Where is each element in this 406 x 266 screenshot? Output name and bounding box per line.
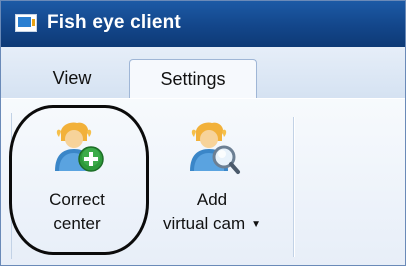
tab-view[interactable]: View — [21, 59, 123, 99]
add-virtual-cam-label-line2: virtual cam ▼ — [137, 213, 287, 236]
ribbon-edge — [11, 113, 12, 259]
dropdown-arrow-icon[interactable]: ▼ — [251, 214, 261, 236]
ribbon-group-separator — [293, 117, 294, 257]
add-virtual-cam-button[interactable]: Add virtual cam ▼ — [137, 109, 287, 249]
user-add-icon — [47, 121, 107, 177]
user-search-icon — [182, 121, 242, 177]
title-bar[interactable]: Fish eye client — [1, 1, 405, 47]
add-virtual-cam-label-text: virtual cam — [162, 214, 246, 233]
ribbon-panel: Correct center Add virtual cam ▼ — [1, 98, 405, 265]
app-window: Fish eye client View Settings Correct ce… — [0, 0, 406, 266]
app-icon — [15, 14, 37, 32]
ribbon-tabstrip: View Settings — [1, 47, 405, 100]
tab-settings[interactable]: Settings — [129, 59, 257, 100]
correct-center-label-line2: center — [53, 214, 101, 233]
correct-center-label-line1: Correct — [49, 190, 105, 209]
correct-center-button[interactable]: Correct center — [23, 109, 131, 249]
window-title: Fish eye client — [47, 12, 181, 33]
add-virtual-cam-label-line1: Add — [196, 190, 228, 209]
